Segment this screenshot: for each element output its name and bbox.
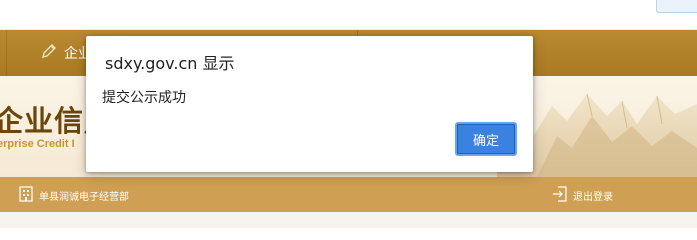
banner-subtitle: erprise Credit I (0, 138, 75, 150)
logout-link[interactable]: 退出登录 (552, 185, 613, 206)
logout-label: 退出登录 (573, 192, 613, 203)
logout-icon (552, 185, 573, 206)
user-bar: 单县润诚电子经营部 退出登录 (0, 177, 697, 212)
confirm-button[interactable]: 确定 (455, 122, 517, 156)
page: 企业 企业信用 erprise Credit I 单县润诚电子经营部 退出登录 … (0, 0, 697, 228)
dialog-message: 提交公示成功 (102, 90, 186, 106)
dialog-title: sdxy.gov.cn 显示 (105, 54, 235, 73)
company-name: 单县润诚电子经营部 (18, 185, 129, 206)
nav-item-enterprise[interactable]: 企业 (40, 42, 92, 64)
nav-divider (6, 30, 7, 76)
corner-button[interactable] (656, 0, 697, 13)
alert-dialog: sdxy.gov.cn 显示 提交公示成功 确定 (86, 36, 533, 172)
top-strip (0, 0, 697, 30)
content-strip (0, 212, 697, 228)
edit-icon (40, 42, 64, 64)
company-name-label: 单县润诚电子经营部 (39, 192, 129, 203)
building-icon (18, 185, 39, 206)
